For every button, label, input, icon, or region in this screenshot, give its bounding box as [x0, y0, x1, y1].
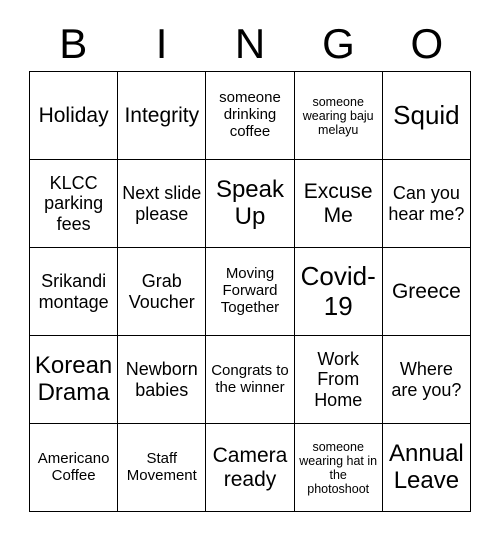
- bingo-cell-label: Integrity: [124, 103, 200, 127]
- header-letter-g: G: [322, 19, 355, 67]
- bingo-cell-label: Annual Leave: [389, 439, 464, 494]
- bingo-cell[interactable]: Squid: [382, 72, 471, 160]
- bingo-cell-label: Where are you?: [391, 359, 462, 400]
- bingo-cell[interactable]: Next slide please: [118, 160, 207, 248]
- bingo-cell[interactable]: Greece: [382, 248, 471, 336]
- bingo-cell[interactable]: Srikandi montage: [30, 248, 119, 336]
- bingo-cell-label: Greece: [391, 279, 461, 303]
- bingo-cell-label: Excuse Me: [303, 179, 373, 227]
- bingo-cell[interactable]: Moving Forward Together: [206, 248, 295, 336]
- bingo-cell-label: Can you hear me?: [388, 183, 465, 224]
- header-letter-o: O: [410, 19, 444, 67]
- bingo-cell[interactable]: Integrity: [118, 72, 207, 160]
- bingo-cell[interactable]: Congrats to the winner: [206, 336, 295, 424]
- bingo-card: B I N G O Holiday Integrity someone drin…: [0, 0, 500, 544]
- bingo-cell[interactable]: Annual Leave: [382, 424, 471, 512]
- bingo-cell[interactable]: Excuse Me: [294, 160, 383, 248]
- bingo-cell-label: someone wearing baju melayu: [302, 94, 374, 137]
- bingo-cell-label: Speak Up: [215, 175, 285, 230]
- bingo-cell-label: KLCC parking fees: [44, 173, 104, 234]
- bingo-cell[interactable]: someone drinking coffee: [206, 72, 295, 160]
- bingo-cell-label: Grab Voucher: [128, 271, 195, 312]
- bingo-cell[interactable]: Speak Up: [206, 160, 295, 248]
- header-letter-b: B: [59, 19, 88, 67]
- header-letter-i: I: [155, 19, 168, 67]
- bingo-cell[interactable]: Staff Movement: [118, 424, 207, 512]
- bingo-cell-label: Squid: [393, 99, 460, 130]
- bingo-cell-label: someone drinking coffee: [219, 89, 281, 140]
- bingo-cell-label: Newborn babies: [125, 359, 198, 400]
- bingo-cell-label: Camera ready: [212, 443, 288, 491]
- bingo-cell[interactable]: Where are you?: [382, 336, 471, 424]
- bingo-cell-label: Holiday: [38, 103, 109, 127]
- bingo-header: B I N G O: [29, 16, 471, 71]
- bingo-cell[interactable]: KLCC parking fees: [30, 160, 119, 248]
- bingo-cell[interactable]: Newborn babies: [118, 336, 207, 424]
- bingo-cell[interactable]: Americano Coffee: [30, 424, 119, 512]
- bingo-cell-label: Work From Home: [314, 349, 363, 410]
- bingo-cell[interactable]: Grab Voucher: [118, 248, 207, 336]
- bingo-cell[interactable]: Holiday: [30, 72, 119, 160]
- bingo-cell[interactable]: Korean Drama: [30, 336, 119, 424]
- bingo-cell-label: Korean Drama: [34, 351, 113, 406]
- bingo-cell[interactable]: Work From Home: [294, 336, 383, 424]
- bingo-cell-label: Moving Forward Together: [220, 265, 280, 316]
- bingo-cell[interactable]: Covid-19: [294, 248, 383, 336]
- bingo-cell[interactable]: someone wearing hat in the photoshoot: [294, 424, 383, 512]
- bingo-cell-label: Americano Coffee: [37, 449, 110, 484]
- bingo-grid: Holiday Integrity someone drinking coffe…: [29, 71, 471, 512]
- bingo-cell-label: Srikandi montage: [38, 271, 109, 312]
- bingo-cell[interactable]: Camera ready: [206, 424, 295, 512]
- bingo-cell-label: Covid-19: [300, 261, 376, 321]
- bingo-cell-label: someone wearing hat in the photoshoot: [299, 439, 378, 496]
- bingo-cell-label: Next slide please: [122, 183, 202, 224]
- bingo-cell[interactable]: Can you hear me?: [382, 160, 471, 248]
- bingo-cell[interactable]: someone wearing baju melayu: [294, 72, 383, 160]
- bingo-cell-label: Congrats to the winner: [211, 361, 289, 396]
- header-letter-n: N: [234, 19, 266, 67]
- bingo-cell-label: Staff Movement: [126, 449, 197, 484]
